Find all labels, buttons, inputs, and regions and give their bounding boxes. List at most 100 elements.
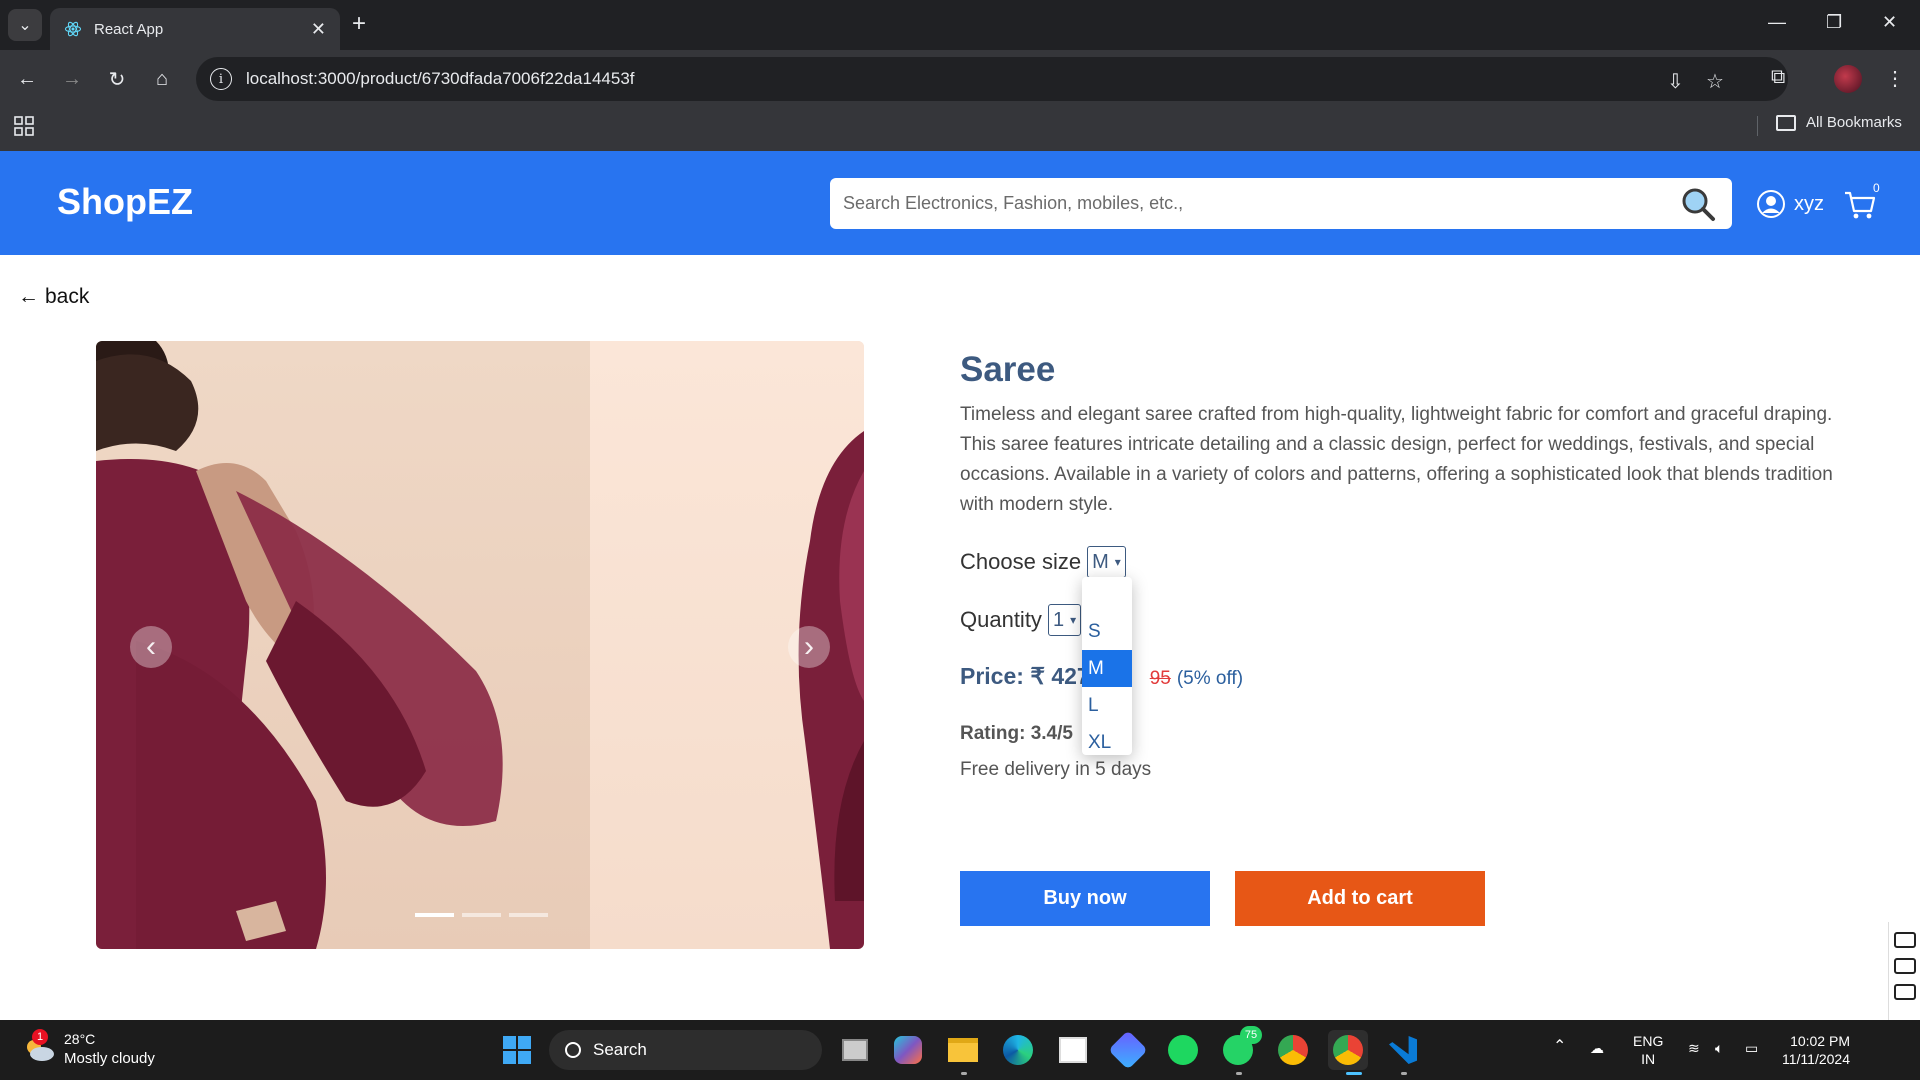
browser-menu-icon[interactable]: ⋮ (1885, 66, 1905, 91)
volume-icon[interactable]: 🔈︎ (1715, 1039, 1723, 1057)
tab-title: React App (94, 20, 164, 38)
reload-icon[interactable]: ↻ (104, 66, 130, 92)
media-player-icon[interactable] (1108, 1030, 1148, 1070)
task-view-icon[interactable] (835, 1030, 875, 1070)
react-icon (64, 21, 82, 37)
buy-now-button[interactable]: Buy now (960, 871, 1210, 926)
search-icon[interactable] (1678, 184, 1718, 224)
running-indicator (1401, 1072, 1407, 1075)
all-bookmarks-button[interactable]: All Bookmarks (1776, 114, 1902, 131)
tray-chevron-icon[interactable]: ⌃ (1553, 1038, 1566, 1056)
carousel-indicator[interactable] (415, 913, 454, 917)
restore-icon[interactable]: ❐ (1826, 12, 1842, 33)
search-icon (565, 1042, 581, 1058)
url-text[interactable]: localhost:3000/product/6730dfada7006f22d… (246, 69, 635, 89)
forward-nav-icon[interactable]: → (59, 66, 85, 92)
back-nav-icon[interactable]: ← (14, 66, 40, 92)
brand-logo[interactable]: ShopEZ (57, 181, 193, 223)
file-explorer-icon[interactable] (943, 1030, 983, 1070)
chrome-profile-icon[interactable] (1328, 1030, 1368, 1070)
price-text: Price: ₹ 427 (960, 663, 1090, 689)
original-price: 95 (1149, 668, 1171, 689)
taskbar-search-label: Search (593, 1040, 647, 1059)
carousel-indicator[interactable] (509, 913, 548, 917)
quantity-row: Quantity 1 ▾ (960, 604, 1082, 636)
back-label: back (45, 285, 90, 308)
windows-start-icon[interactable] (497, 1030, 537, 1070)
carousel-prev-button[interactable]: ‹ (130, 626, 172, 668)
back-link[interactable]: ← back (18, 285, 89, 309)
taskbar-search[interactable]: Search (549, 1030, 822, 1070)
screens-icon[interactable] (1893, 984, 1916, 1000)
user-icon (1757, 190, 1785, 218)
bookmarks-bar (0, 108, 1920, 151)
profile-avatar[interactable] (1834, 65, 1862, 93)
all-bookmarks-label: All Bookmarks (1806, 114, 1902, 131)
vscode-icon[interactable] (1383, 1030, 1423, 1070)
size-option-m[interactable]: M (1082, 650, 1132, 687)
size-select[interactable]: M ▾ (1087, 546, 1126, 578)
whatsapp-icon[interactable]: 75 (1218, 1026, 1262, 1070)
cart-icon[interactable] (1843, 189, 1877, 221)
size-dropdown-list: S M L XL (1082, 577, 1132, 755)
store-icon[interactable] (1053, 1030, 1093, 1070)
camera-icon[interactable] (1893, 932, 1916, 948)
product-details: Saree Timeless and elegant saree crafted… (960, 350, 1850, 780)
wifi-icon[interactable]: ≋ (1688, 1039, 1700, 1057)
language-indicator[interactable]: ENG IN (1633, 1032, 1663, 1068)
product-image-carousel[interactable]: ‹ › (96, 341, 864, 949)
clock[interactable]: 10:02 PM 11/11/2024 (1782, 1032, 1850, 1068)
search-input[interactable] (830, 178, 1678, 229)
size-row: Choose size M ▾ (960, 546, 1126, 578)
chrome-icon[interactable] (1273, 1030, 1313, 1070)
size-option-l[interactable]: L (1082, 687, 1132, 724)
weather-badge: 1 (32, 1029, 48, 1045)
carousel-indicator[interactable] (462, 913, 501, 917)
search-bar (830, 178, 1732, 229)
new-tab-button[interactable]: + (352, 11, 366, 37)
address-bar[interactable]: i localhost:3000/product/6730dfada7006f2… (196, 57, 1788, 101)
size-label: Choose size (960, 549, 1082, 574)
weather-temp: 28°C (64, 1031, 96, 1047)
add-to-cart-button[interactable]: Add to cart (1235, 871, 1485, 926)
username-label: xyz (1794, 192, 1824, 215)
site-info-icon[interactable]: i (210, 68, 232, 90)
windows-taskbar: 1 28°C Mostly cloudy Search 75 ⌃ ☁ ENG I… (0, 1020, 1920, 1080)
home-icon[interactable]: ⌂ (149, 66, 175, 92)
clock-time: 10:02 PM (1790, 1033, 1850, 1049)
rating-text: Rating: 3.4/5 (960, 723, 1073, 744)
install-app-icon[interactable]: ⇩ (1667, 69, 1684, 94)
extensions-icon[interactable]: ⧉ (1771, 66, 1785, 89)
whatsapp-badge: 75 (1240, 1026, 1262, 1044)
onedrive-icon[interactable]: ☁ (1590, 1039, 1604, 1057)
delivery-text: Free delivery in 5 days (960, 759, 1152, 780)
language-line2: IN (1641, 1051, 1656, 1067)
carousel-indicators (415, 913, 548, 917)
edge-icon[interactable] (998, 1030, 1038, 1070)
product-description: Timeless and elegant saree crafted from … (960, 404, 1833, 515)
weather-widget[interactable]: 1 28°C Mostly cloudy (22, 1029, 155, 1069)
apps-grid-icon[interactable] (14, 116, 34, 136)
user-menu[interactable]: xyz (1756, 189, 1824, 219)
quantity-selected-value: 1 (1052, 608, 1065, 631)
weather-condition: Mostly cloudy (64, 1050, 155, 1067)
bookmark-star-icon[interactable]: ☆ (1706, 69, 1724, 94)
video-icon[interactable] (1893, 958, 1916, 974)
carousel-next-button[interactable]: › (788, 626, 830, 668)
tab-search-button[interactable]: ⌄ (8, 9, 42, 41)
copilot-icon[interactable] (888, 1030, 928, 1070)
size-selected-value: M (1092, 550, 1109, 573)
active-indicator (1346, 1072, 1362, 1075)
quantity-select[interactable]: 1 ▾ (1047, 604, 1082, 636)
size-option-s[interactable]: S (1082, 613, 1132, 650)
tab-close-icon[interactable]: ✕ (311, 19, 326, 40)
product-title: Saree (960, 350, 1056, 389)
minimize-icon[interactable]: — (1768, 12, 1786, 33)
battery-icon[interactable]: ▭ (1745, 1039, 1758, 1057)
spotify-icon[interactable] (1163, 1030, 1203, 1070)
window-close-icon[interactable]: ✕ (1882, 12, 1897, 33)
size-option-xl[interactable]: XL (1082, 724, 1132, 761)
discount-text: (5% off) (1176, 668, 1244, 689)
browser-toolbar: ← → ↻ ⌂ i localhost:3000/product/6730dfa… (0, 50, 1920, 108)
browser-tab[interactable]: React App ✕ (50, 8, 340, 50)
